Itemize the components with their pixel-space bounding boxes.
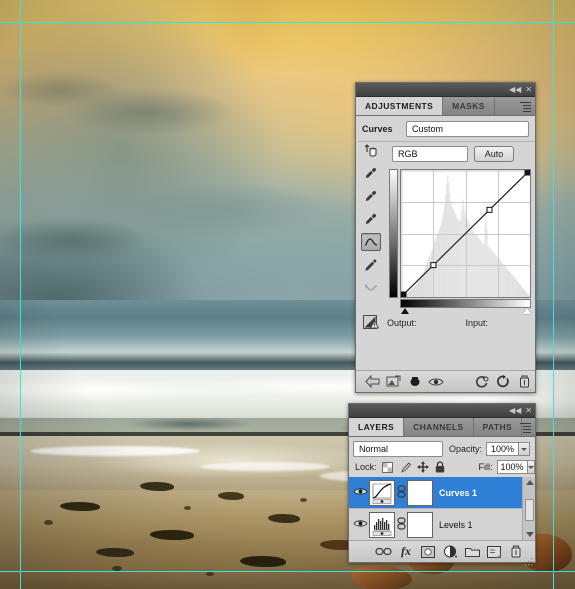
layer-style-fx-icon[interactable]: fx [395,544,417,559]
eyedropper-black-point-icon[interactable] [361,164,381,182]
new-group-icon[interactable] [461,546,483,557]
eyedropper-gray-point-icon[interactable] [361,187,381,205]
tab-layers[interactable]: LAYERS [349,418,404,436]
layer-thumbnail-levels[interactable] [369,512,395,538]
adjustments-footer[interactable] [356,370,535,392]
lock-label: Lock: [355,462,377,472]
output-label: Output: [387,318,417,328]
layer-list[interactable]: Curves 1 [349,477,535,540]
curve-line[interactable] [401,170,530,297]
blend-opacity-row: Normal Opacity: 100% [353,441,533,457]
opacity-label: Opacity: [449,444,482,454]
curves-tool-column[interactable] [358,141,384,297]
lock-fill-row: Lock: Fill: 100% [355,460,533,474]
layer-mask-thumbnail[interactable] [407,480,433,506]
panel-menu-icon[interactable] [520,102,531,111]
lock-image-pixels-icon[interactable] [399,462,411,473]
guide-horizontal-bottom[interactable] [0,571,575,572]
adjustments-tab-bar[interactable]: ADJUSTMENTS MASKS [356,97,535,116]
delete-adjustment-icon[interactable] [514,375,535,388]
guide-horizontal-top[interactable] [0,22,575,23]
close-icon[interactable]: ✕ [525,407,532,415]
fill-label: Fill: [479,462,493,472]
layers-panel[interactable]: ◀◀ ✕ LAYERS CHANNELS PATHS Normal Opacit… [348,403,536,563]
toggle-visibility-icon[interactable] [426,376,447,388]
preview-previous-state-icon[interactable] [471,375,492,388]
lock-all-icon[interactable] [435,461,445,473]
clip-to-layer-icon[interactable] [405,375,426,388]
layer-name[interactable]: Levels 1 [439,520,473,530]
layer-list-scrollbar[interactable] [522,477,535,540]
output-input-row: Output: Input: [363,315,531,330]
black-point-slider[interactable] [401,308,409,314]
input-label: Input: [466,318,489,328]
fill-input[interactable]: 100% [497,460,528,474]
adjustments-panel[interactable]: ◀◀ ✕ ADJUSTMENTS MASKS Curves Custom RGB… [355,82,536,393]
reset-adjustment-icon[interactable] [492,375,513,388]
tab-masks[interactable]: MASKS [443,97,495,115]
layer-visibility-icon[interactable] [351,486,369,499]
collapse-icon[interactable]: ◀◀ [509,407,521,415]
tab-channels[interactable]: CHANNELS [404,418,473,436]
layers-tab-bar[interactable]: LAYERS CHANNELS PATHS [349,418,535,437]
new-adjustment-layer-icon[interactable] [439,545,461,558]
smooth-curve-icon[interactable] [361,279,381,297]
tab-paths[interactable]: PATHS [474,418,523,436]
opacity-input[interactable]: 100% [486,442,519,456]
adjustment-name-label: Curves [362,124,406,134]
tab-adjustments[interactable]: ADJUSTMENTS [356,97,443,115]
layer-name[interactable]: Curves 1 [439,488,477,498]
clip-warning-icon[interactable] [363,315,380,330]
panel-resize-grip[interactable] [525,553,533,561]
panel-menu-icon[interactable] [520,423,531,432]
white-point-slider[interactable] [523,308,531,314]
scroll-down-arrow-icon[interactable] [526,532,534,537]
scroll-up-arrow-icon[interactable] [526,480,534,485]
layer-visibility-icon[interactable] [351,518,369,531]
link-mask-icon[interactable] [395,517,407,532]
collapse-icon[interactable]: ◀◀ [509,86,521,94]
link-mask-icon[interactable] [395,485,407,500]
pencil-tool-icon[interactable] [361,256,381,274]
curve-tool-icon[interactable] [361,233,381,251]
output-gradient-bar [389,169,398,298]
scrollbar-thumb[interactable] [525,499,534,521]
curves-graph[interactable] [400,169,531,298]
table-row[interactable]: Curves 1 [349,477,535,509]
opacity-stepper[interactable] [519,442,530,456]
lock-transparent-pixels-icon[interactable] [382,462,393,473]
blend-mode-select[interactable]: Normal [353,441,443,457]
preset-select[interactable]: Custom [406,121,529,137]
curves-graph-container[interactable] [389,169,531,309]
eyedropper-white-point-icon[interactable] [361,210,381,228]
layer-thumbnail-curves[interactable] [369,480,395,506]
adjustments-titlebar[interactable]: ◀◀ ✕ [356,83,535,97]
channel-select[interactable]: RGB [392,146,468,162]
on-image-adjustment-icon[interactable] [361,141,381,159]
layers-titlebar[interactable]: ◀◀ ✕ [349,404,535,418]
layers-footer[interactable]: fx [349,540,535,562]
channel-row: RGB Auto [392,146,532,162]
guide-vertical-right[interactable] [553,0,554,589]
add-layer-mask-icon[interactable] [417,546,439,558]
auto-button[interactable]: Auto [474,146,514,162]
close-icon[interactable]: ✕ [525,86,532,94]
input-gradient-bar [400,299,531,308]
guide-vertical-left[interactable] [20,0,21,589]
delete-layer-icon[interactable] [505,545,527,558]
expanded-view-icon[interactable] [383,375,404,388]
layer-mask-thumbnail[interactable] [407,512,433,538]
divider [358,141,535,142]
return-to-adjustment-list-icon[interactable] [362,375,383,388]
table-row[interactable]: Levels 1 [349,509,535,540]
preset-row: Curves Custom [362,121,531,137]
lock-position-icon[interactable] [417,461,429,473]
new-layer-icon[interactable] [483,546,505,558]
screen: ◀◀ ✕ ADJUSTMENTS MASKS Curves Custom RGB… [0,0,575,589]
fill-stepper[interactable] [528,460,535,474]
link-layers-icon[interactable] [371,547,395,556]
